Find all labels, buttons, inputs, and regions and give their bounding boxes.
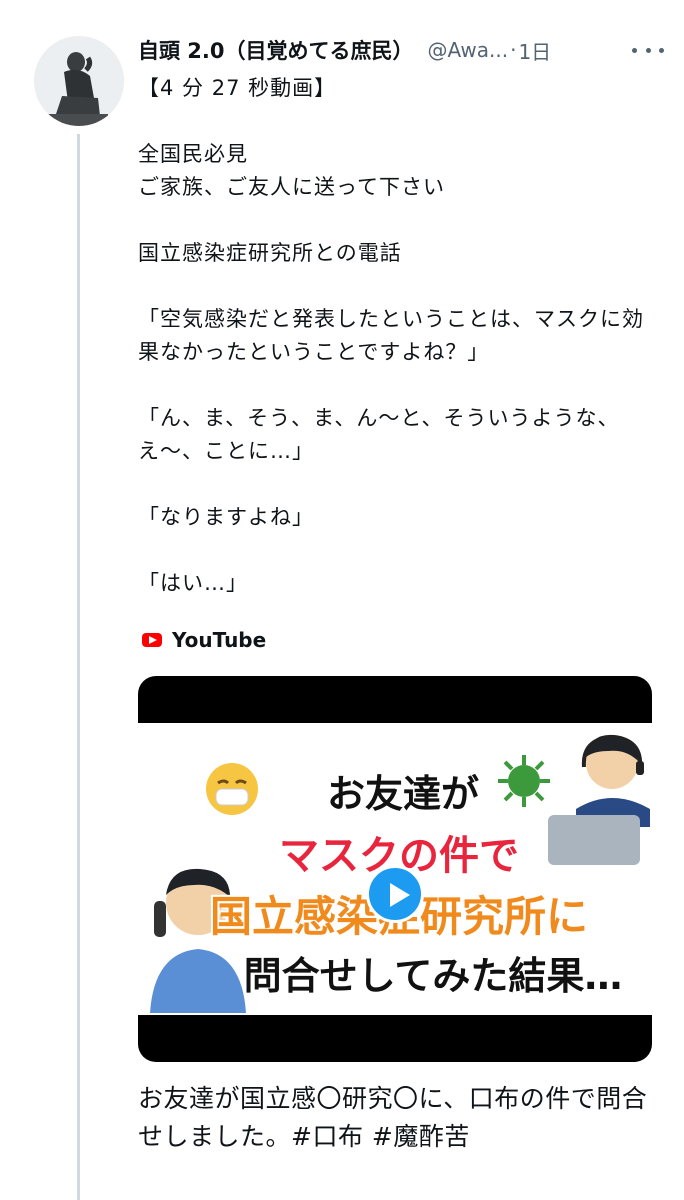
card-source-label: YouTube bbox=[172, 628, 267, 652]
thumbnail-line-4: 問合せしてみた結果… bbox=[243, 954, 623, 998]
display-name[interactable]: 自頭 2.0（目覚めてる庶民） bbox=[138, 35, 414, 65]
thinker-statue-avatar bbox=[34, 36, 124, 126]
timestamp[interactable]: 1日 bbox=[518, 36, 551, 65]
play-icon[interactable] bbox=[366, 865, 424, 923]
card-title[interactable]: お友達が国立感〇研究〇に、口布の件で問合せしました。#口布 #魔酢苦 bbox=[138, 1080, 658, 1156]
thumbnail-line-1: お友達が bbox=[326, 772, 479, 816]
card-source: YouTube bbox=[142, 628, 266, 652]
thread-line bbox=[77, 134, 80, 1200]
video-card[interactable]: お友達が マスクの件で 国立感染症研究所に 問合せしてみた結果… bbox=[138, 676, 652, 1062]
youtube-icon bbox=[142, 633, 162, 647]
tweet-header: 自頭 2.0（目覚めてる庶民） @Awa... · 1日 bbox=[138, 34, 664, 66]
more-icon[interactable] bbox=[632, 40, 664, 60]
separator-dot: · bbox=[510, 38, 517, 62]
user-handle[interactable]: @Awa... bbox=[428, 38, 509, 62]
tweet-text: 【4 分 27 秒動画】 全国民必見 ご家族、ご友人に送って下さい 国立感染症研… bbox=[138, 76, 644, 595]
video-thumbnail[interactable]: お友達が マスクの件で 国立感染症研究所に 問合せしてみた結果… bbox=[138, 723, 652, 1015]
avatar[interactable] bbox=[34, 36, 124, 126]
